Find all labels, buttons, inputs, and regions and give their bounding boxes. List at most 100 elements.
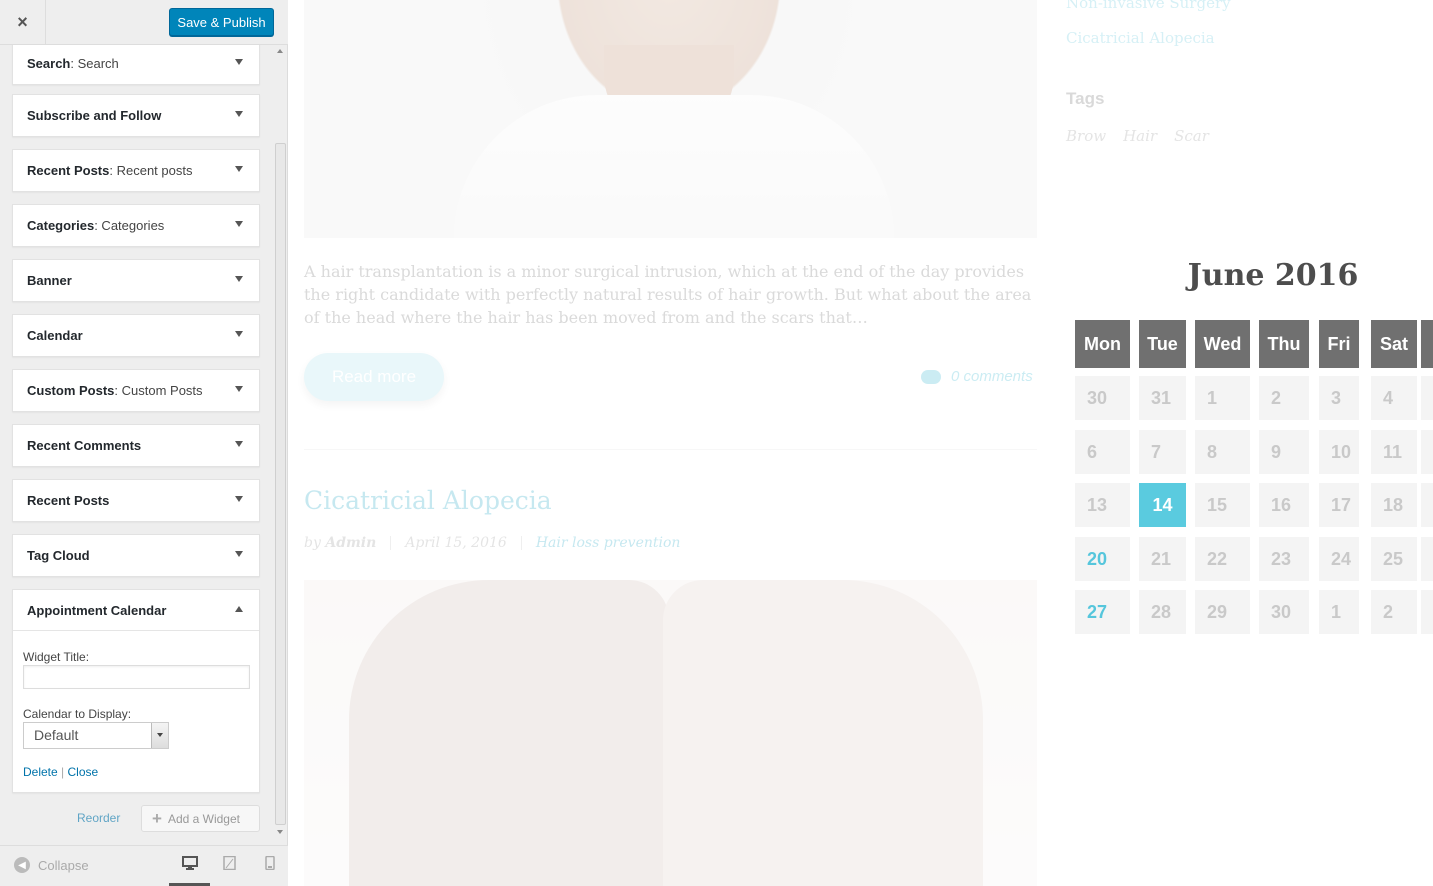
calendar-day-cell[interactable]: 21 xyxy=(1139,537,1186,581)
calendar-day-cell[interactable]: 2 xyxy=(1371,590,1417,634)
image-detail xyxy=(663,580,983,886)
calendar-display-label: Calendar to Display: xyxy=(23,707,132,721)
meta-category[interactable]: Hair loss prevention xyxy=(536,535,681,551)
calendar-day-cell[interactable]: 2 xyxy=(1259,376,1309,420)
calendar-day-cell[interactable]: 1 xyxy=(1319,590,1359,634)
calendar-day-cell[interactable]: 20 xyxy=(1075,537,1130,581)
tag-link[interactable]: Brow xyxy=(1066,127,1106,145)
read-more-button[interactable]: Read more xyxy=(304,353,444,401)
scroll-down-arrow-icon[interactable] xyxy=(277,830,283,834)
chevron-down-icon[interactable] xyxy=(235,496,243,502)
widget-custom-posts[interactable]: Custom Posts: Custom Posts xyxy=(12,369,260,412)
meta-author[interactable]: Admin xyxy=(325,535,376,551)
calendar-day-cell[interactable]: 28 xyxy=(1139,590,1186,634)
collapse-arrow-icon: ◀ xyxy=(14,857,30,873)
tag-list: Brow Hair Scar xyxy=(1066,127,1209,145)
widget-recent-posts-named[interactable]: Recent Posts: Recent posts xyxy=(12,149,260,192)
calendar-select[interactable]: Default xyxy=(23,722,169,749)
widget-categories[interactable]: Categories: Categories xyxy=(12,204,260,247)
widget-calendar[interactable]: Calendar xyxy=(12,314,260,357)
save-publish-button[interactable]: Save & Publish xyxy=(169,8,274,36)
widget-search[interactable]: Search: Search xyxy=(12,45,260,85)
widget-label: Subscribe and Follow xyxy=(27,95,161,136)
calendar-day-cell[interactable]: 6 xyxy=(1075,430,1130,474)
chevron-down-icon[interactable] xyxy=(235,59,243,65)
widget-tag-cloud[interactable]: Tag Cloud xyxy=(12,534,260,577)
desktop-icon[interactable] xyxy=(182,856,198,870)
calendar-day-cell[interactable]: 15 xyxy=(1195,483,1250,527)
customizer-sidebar: × Save & Publish Search: Search Subscrib… xyxy=(0,0,288,886)
link-separator: | xyxy=(61,765,65,779)
tag-link[interactable]: Hair xyxy=(1123,127,1157,145)
widget-title: Subscribe and Follow xyxy=(27,108,162,123)
post-excerpt: A hair transplantation is a minor surgic… xyxy=(304,262,1032,327)
calendar-day-cell[interactable]: 17 xyxy=(1319,483,1359,527)
widget-label: Categories: Categories xyxy=(27,205,164,246)
meta-separator xyxy=(520,536,522,550)
calendar-day-cell[interactable]: 24 xyxy=(1319,537,1359,581)
customizer-header: × Save & Publish xyxy=(0,0,288,45)
widget-recent-comments[interactable]: Recent Comments xyxy=(12,424,260,467)
widget-title-input[interactable] xyxy=(23,665,250,689)
comments-link[interactable]: 0 comments xyxy=(921,368,1033,385)
calendar-day-cell[interactable]: 27 xyxy=(1075,590,1130,634)
calendar-day-cell[interactable]: 8 xyxy=(1195,430,1250,474)
calendar-day-cell[interactable]: 14 xyxy=(1139,483,1186,527)
chevron-down-icon[interactable] xyxy=(235,441,243,447)
chevron-down-icon[interactable] xyxy=(235,111,243,117)
chevron-down-icon[interactable] xyxy=(235,276,243,282)
scroll-up-arrow-icon[interactable] xyxy=(277,49,283,53)
meta-by: by xyxy=(304,535,321,551)
calendar-day-cell[interactable]: 4 xyxy=(1371,376,1417,420)
chevron-down-icon[interactable] xyxy=(235,386,243,392)
calendar-day-cell[interactable]: 30 xyxy=(1075,376,1130,420)
calendar-day-cell[interactable]: 3 xyxy=(1319,376,1359,420)
calendar-day-cell[interactable]: 22 xyxy=(1195,537,1250,581)
calendar-day-cell[interactable]: 1 xyxy=(1195,376,1250,420)
widget-label: Custom Posts: Custom Posts xyxy=(27,370,203,411)
close-icon[interactable]: × xyxy=(0,0,46,45)
calendar-day-cell[interactable]: 10 xyxy=(1319,430,1359,474)
calendar-day-cell[interactable]: 29 xyxy=(1195,590,1250,634)
mobile-icon[interactable] xyxy=(263,856,279,870)
calendar-day-cell-clipped xyxy=(1421,483,1433,527)
sidebar-link[interactable]: Cicatricial Alopecia xyxy=(1066,29,1215,47)
post-title[interactable]: Cicatricial Alopecia xyxy=(304,486,552,515)
chevron-down-icon[interactable] xyxy=(235,551,243,557)
reorder-link[interactable]: Reorder xyxy=(77,811,120,825)
calendar-day-cell[interactable]: 7 xyxy=(1139,430,1186,474)
tag-link[interactable]: Scar xyxy=(1174,127,1209,145)
sidebar-scrollbar[interactable] xyxy=(274,45,287,845)
widget-header[interactable]: Appointment Calendar xyxy=(13,590,259,631)
calendar-day-cell[interactable]: 11 xyxy=(1371,430,1417,474)
calendar-day-header: Sat xyxy=(1371,320,1417,368)
calendar-day-cell[interactable]: 13 xyxy=(1075,483,1130,527)
tablet-icon[interactable] xyxy=(222,856,238,870)
widget-recent-posts[interactable]: Recent Posts xyxy=(12,479,260,522)
calendar-day-header: Fri xyxy=(1319,320,1359,368)
chevron-down-icon[interactable] xyxy=(151,723,168,748)
widget-banner[interactable]: Banner xyxy=(12,259,260,302)
chevron-up-icon[interactable] xyxy=(235,606,243,612)
widget-subscribe-follow[interactable]: Subscribe and Follow xyxy=(12,94,260,137)
calendar-day-cell-clipped xyxy=(1421,376,1433,420)
calendar-day-cell[interactable]: 16 xyxy=(1259,483,1309,527)
calendar-day-cell[interactable]: 31 xyxy=(1139,376,1186,420)
calendar-day-cell[interactable]: 23 xyxy=(1259,537,1309,581)
calendar-day-cell[interactable]: 9 xyxy=(1259,430,1309,474)
close-link[interactable]: Close xyxy=(68,765,99,779)
chevron-down-icon[interactable] xyxy=(235,166,243,172)
add-widget-button[interactable]: + Add a Widget xyxy=(141,805,260,832)
meta-date: April 15, 2016 xyxy=(405,535,507,551)
chevron-down-icon[interactable] xyxy=(235,331,243,337)
calendar-day-cell-clipped xyxy=(1421,537,1433,581)
calendar-day-cell[interactable]: 25 xyxy=(1371,537,1417,581)
sidebar-link[interactable]: Non-invasive Surgery xyxy=(1066,0,1231,12)
delete-link[interactable]: Delete xyxy=(23,765,58,779)
calendar-day-cell[interactable]: 18 xyxy=(1371,483,1417,527)
scroll-thumb[interactable] xyxy=(275,143,286,825)
chevron-down-icon[interactable] xyxy=(235,221,243,227)
calendar-day-cell[interactable]: 30 xyxy=(1259,590,1309,634)
widget-subtitle: : Recent posts xyxy=(109,163,193,178)
collapse-button[interactable]: ◀ Collapse xyxy=(14,857,89,873)
